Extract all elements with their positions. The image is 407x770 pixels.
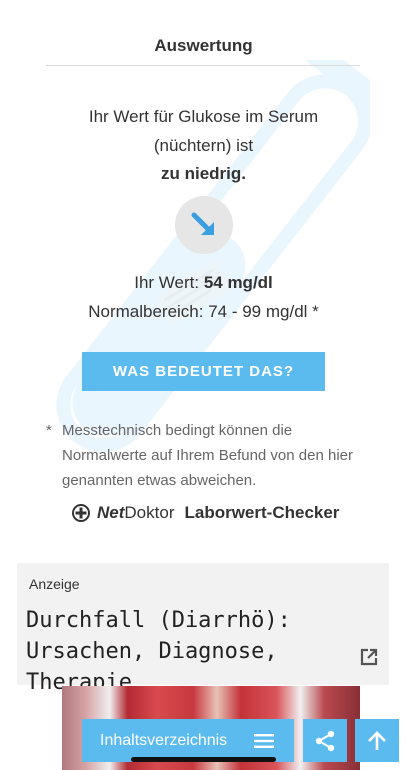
footnote: * Messtechnisch bedingt können die Norma… xyxy=(46,418,366,493)
ad-card[interactable]: Anzeige Durchfall (Diarrhö): Ursachen, D… xyxy=(17,563,389,695)
what-does-it-mean-button[interactable]: WAS BEDEUTET DAS? xyxy=(82,352,325,391)
menu-icon xyxy=(254,733,274,748)
ad-title[interactable]: Durchfall (Diarrhö): Ursachen, Diagnose,… xyxy=(26,605,366,698)
brand: Net Doktor Laborwert-Checker xyxy=(71,503,339,523)
home-indicator xyxy=(131,757,276,762)
value-label: Ihr Wert: xyxy=(134,273,204,292)
share-icon xyxy=(315,730,335,751)
netdoktor-cross-icon xyxy=(72,504,90,522)
share-button[interactable] xyxy=(303,719,347,762)
result-line-1: Ihr Wert für Glukose im Serum xyxy=(88,107,319,126)
result-text: Ihr Wert für Glukose im Serum (nüchtern)… xyxy=(40,103,367,189)
scroll-to-top-button[interactable] xyxy=(355,719,399,762)
netdoktor-logo: Net Doktor xyxy=(97,503,174,523)
arrow-down-right-icon xyxy=(191,212,214,235)
arrow-up-icon xyxy=(368,730,386,750)
value-line: Ihr Wert: 54 mg/dl xyxy=(0,273,407,293)
footnote-text: Messtechnisch bedingt können die Normalw… xyxy=(62,422,353,489)
logo-doktor: Doktor xyxy=(124,503,175,522)
value-amount: 54 mg/dl xyxy=(203,273,273,292)
arrow-indicator xyxy=(175,196,233,254)
table-of-contents-button[interactable]: Inhaltsverzeichnis xyxy=(82,719,294,762)
brand-title: Laborwert-Checker xyxy=(184,503,340,522)
result-verdict: zu niedrig. xyxy=(161,164,246,183)
section-title: Auswertung xyxy=(154,36,253,55)
ad-label: Anzeige xyxy=(29,576,80,592)
toc-label: Inhaltsverzeichnis xyxy=(100,731,228,749)
logo-net: Net xyxy=(97,503,125,522)
page: Auswertung Ihr Wert für Glukose im Serum… xyxy=(0,0,407,770)
divider xyxy=(46,65,360,66)
footnote-star: * xyxy=(46,422,52,439)
external-link-icon[interactable] xyxy=(359,647,379,667)
normal-range: Normalbereich: 74 - 99 mg/dl * xyxy=(88,302,319,321)
result-line-2: (nüchtern) ist xyxy=(153,135,254,155)
